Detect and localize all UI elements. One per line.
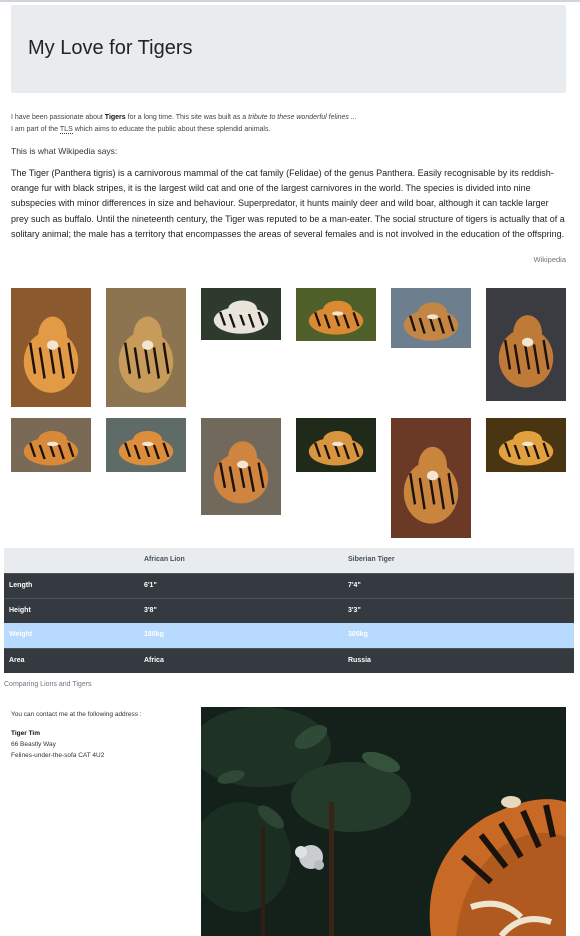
table-cell: Africa (144, 657, 164, 664)
table-cell: 180kg (144, 631, 164, 638)
header-jumbotron: My Love for Tigers (11, 5, 566, 93)
contact-address-line: 66 Beastly Way (11, 741, 56, 748)
tiger-photo[interactable] (391, 418, 471, 538)
tiger-photo[interactable] (201, 418, 281, 515)
intro-text-part: which aims to educate the public about t… (72, 126, 271, 133)
quote-source: Wikipedia (533, 255, 566, 264)
contact-address-line: Felines-under-the-sofa CAT 4U2 (11, 752, 105, 759)
tiger-photo[interactable] (391, 288, 471, 348)
table-cell: 305kg (348, 631, 368, 638)
wikipedia-quote: The Tiger (Panthera tigris) is a carnivo… (11, 168, 565, 239)
table-cell: Russia (348, 657, 371, 664)
intro-text-part: I have been passionate about (11, 114, 105, 121)
intro-bold-tigers: Tigers (104, 114, 126, 121)
page-title: My Love for Tigers (28, 37, 193, 59)
intro-italic-tribute: tribute to these wonderful felines ... (248, 114, 357, 121)
tls-abbreviation[interactable]: TLS (59, 126, 73, 134)
table-row: Area Africa Russia (4, 648, 574, 673)
contact-intro: You can contact me at the following addr… (11, 711, 142, 718)
wikipedia-intro: This is what Wikipedia says: (11, 146, 118, 156)
row-label: Weight (9, 631, 33, 638)
table-cell: 6'1" (144, 582, 157, 589)
row-label: Area (9, 657, 25, 664)
tiger-photo[interactable] (296, 418, 376, 472)
table-header-cell: Siberian Tiger (348, 556, 395, 563)
tiger-photo[interactable] (106, 288, 186, 407)
intro-text: I have been passionate about Tigers for … (11, 112, 357, 136)
intro-text-part: for a long time. This site was built as … (125, 114, 249, 121)
tiger-photo[interactable] (201, 288, 281, 340)
tiger-photo[interactable] (11, 418, 91, 472)
table-cell: 7'4" (348, 582, 361, 589)
comparison-table: African Lion Siberian Tiger Length 6'1" … (4, 548, 574, 673)
top-border (0, 0, 580, 2)
row-label: Height (9, 607, 31, 614)
tiger-in-foliage-photo (201, 707, 566, 936)
tiger-photo[interactable] (486, 418, 566, 472)
table-row: Height 3'8" 3'3" (4, 598, 574, 623)
table-header-cell: African Lion (144, 556, 185, 563)
tiger-photo[interactable] (106, 418, 186, 472)
table-row-highlighted: Weight 180kg 305kg (4, 623, 574, 648)
table-header-row: African Lion Siberian Tiger (4, 548, 574, 573)
tiger-photo[interactable] (11, 288, 91, 407)
contact-name: Tiger Tim (11, 730, 41, 737)
tiger-photo[interactable] (486, 288, 566, 401)
tiger-photo[interactable] (296, 288, 376, 341)
table-cell: 3'3" (348, 607, 361, 614)
table-caption: Comparing Lions and Tigers (4, 681, 92, 688)
row-label: Length (9, 582, 33, 589)
intro-text-part: I am part of the (11, 126, 60, 133)
table-cell: 3'8" (144, 607, 157, 614)
contact-block: You can contact me at the following addr… (11, 709, 142, 761)
table-row: Length 6'1" 7'4" (4, 573, 574, 598)
